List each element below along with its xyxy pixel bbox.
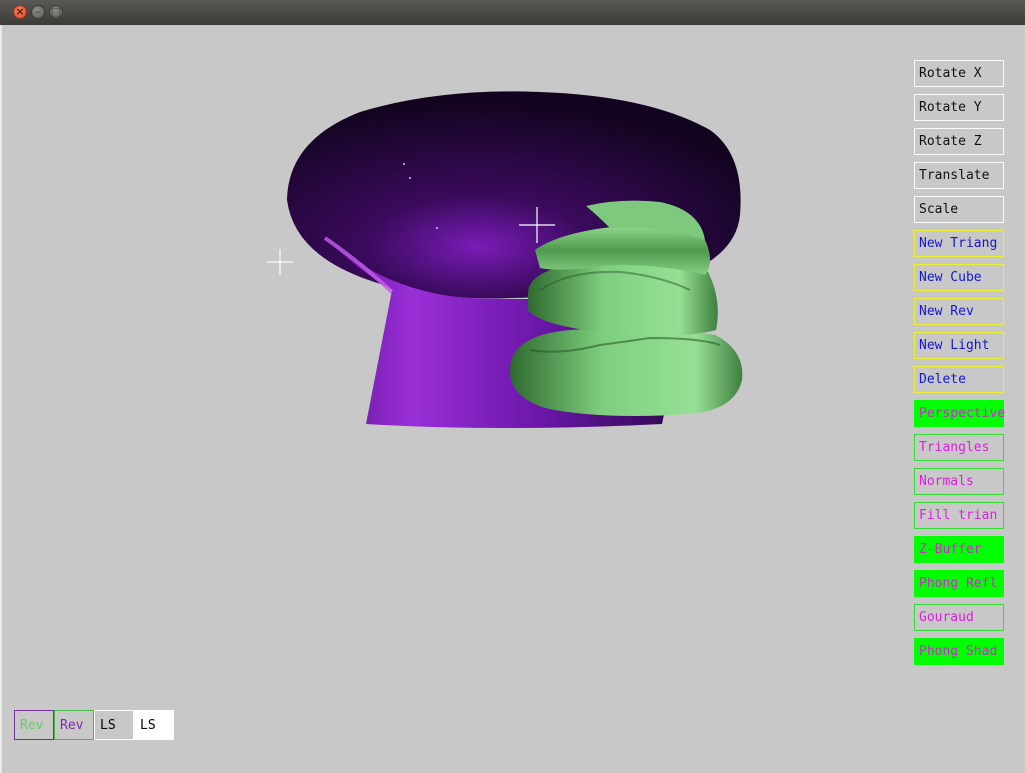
- render-viewport[interactable]: [0, 0, 1025, 773]
- tool-button-rotate-y[interactable]: Rotate Y: [914, 94, 1004, 121]
- tool-button-fill-trian[interactable]: Fill trian: [914, 502, 1004, 529]
- object-item-ls[interactable]: LS: [94, 710, 134, 740]
- tool-button-scale[interactable]: Scale: [914, 196, 1004, 223]
- object-item-rev[interactable]: Rev: [14, 710, 54, 740]
- tool-button-triangles[interactable]: Triangles: [914, 434, 1004, 461]
- tool-button-translate[interactable]: Translate: [914, 162, 1004, 189]
- tool-button-new-light[interactable]: New Light: [914, 332, 1004, 359]
- tool-button-new-cube[interactable]: New Cube: [914, 264, 1004, 291]
- tool-button-new-rev[interactable]: New Rev: [914, 298, 1004, 325]
- object-item-ls[interactable]: LS: [134, 710, 174, 740]
- tool-button-normals[interactable]: Normals: [914, 468, 1004, 495]
- tool-button-delete[interactable]: Delete: [914, 366, 1004, 393]
- tool-button-phong-refl[interactable]: Phong Refl: [914, 570, 1004, 597]
- light-source-marker[interactable]: [267, 249, 293, 275]
- tool-button-perspective[interactable]: Perspective: [914, 400, 1005, 427]
- tool-button-rotate-z[interactable]: Rotate Z: [914, 128, 1004, 155]
- tool-button-phong-shad[interactable]: Phong Shad: [914, 638, 1004, 665]
- tool-button-new-triang[interactable]: New Triang: [914, 230, 1004, 257]
- tool-button-rotate-x[interactable]: Rotate X: [914, 60, 1004, 87]
- object-item-rev[interactable]: Rev: [54, 710, 94, 740]
- tool-button-z-buffer[interactable]: Z-Buffer: [914, 536, 1004, 563]
- tool-button-gouraud[interactable]: Gouraud: [914, 604, 1004, 631]
